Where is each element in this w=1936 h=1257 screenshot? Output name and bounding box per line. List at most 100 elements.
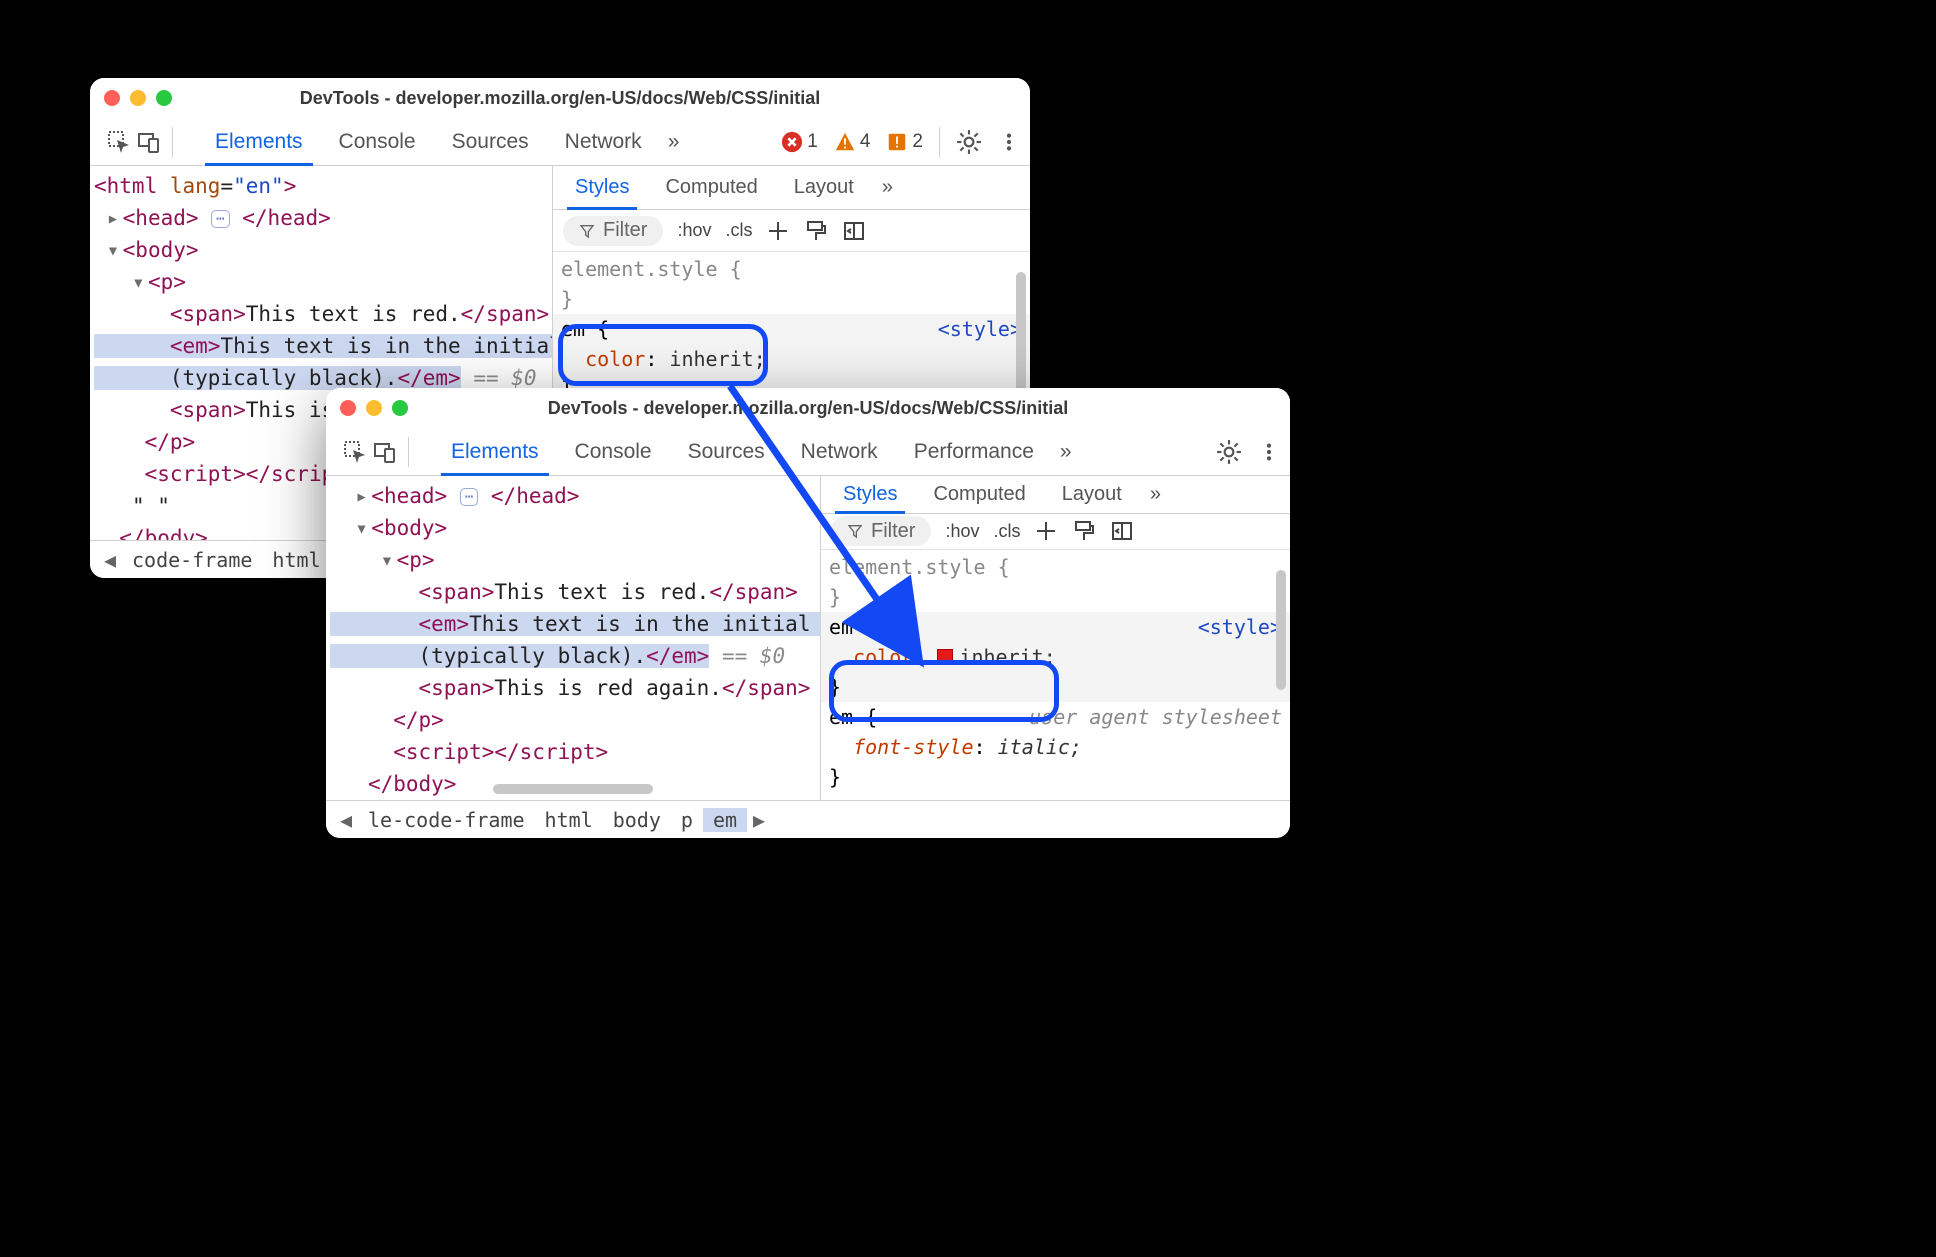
titlebar: DevTools - developer.mozilla.org/en-US/d… bbox=[326, 388, 1290, 428]
dom-tag: <html bbox=[94, 174, 157, 198]
device-toggle-icon[interactable] bbox=[136, 129, 162, 155]
paint-icon[interactable] bbox=[1072, 519, 1096, 543]
subtab-styles[interactable]: Styles bbox=[829, 476, 911, 513]
element-style-open: element.style { bbox=[829, 555, 1010, 579]
issues-count[interactable]: 2 bbox=[886, 131, 923, 153]
css-property: font-style bbox=[853, 735, 973, 759]
main-tabs: Elements Console Sources Network Perform… bbox=[433, 428, 1212, 475]
panes: ▸<head> ⋯ </head> ▾<body> ▾<p> <span>Thi… bbox=[326, 476, 1290, 800]
style-rules[interactable]: element.style { } em {<style> color: inh… bbox=[821, 550, 1290, 800]
scrollbar-h[interactable] bbox=[493, 784, 653, 794]
tab-sources[interactable]: Sources bbox=[434, 118, 547, 165]
crumb[interactable]: code-frame bbox=[122, 548, 262, 572]
kebab-menu[interactable] bbox=[1258, 441, 1280, 463]
tab-sources[interactable]: Sources bbox=[670, 428, 783, 475]
filter-icon bbox=[847, 523, 863, 539]
subtab-computed[interactable]: Computed bbox=[919, 476, 1039, 513]
crumb[interactable]: body bbox=[603, 808, 671, 832]
filter-bar: Filter :hov .cls bbox=[553, 210, 1030, 252]
chevron-right-icon[interactable]: ▶ bbox=[747, 808, 771, 832]
css-value[interactable]: inherit; bbox=[669, 347, 765, 371]
warning-count-value: 4 bbox=[860, 131, 871, 153]
warning-count[interactable]: 4 bbox=[834, 131, 871, 153]
minimize-icon[interactable] bbox=[366, 400, 382, 416]
chevron-left-icon[interactable]: ◀ bbox=[98, 548, 122, 572]
error-count-value: 1 bbox=[807, 131, 818, 153]
devtools-window-2: DevTools - developer.mozilla.org/en-US/d… bbox=[326, 388, 1290, 838]
subtab-overflow[interactable]: » bbox=[876, 166, 899, 209]
css-value: italic; bbox=[998, 735, 1082, 759]
crumb[interactable]: le-code-frame bbox=[358, 808, 535, 832]
window-title: DevTools - developer.mozilla.org/en-US/d… bbox=[326, 398, 1290, 419]
inspect-icon[interactable] bbox=[342, 439, 368, 465]
issues-count-value: 2 bbox=[912, 131, 923, 153]
panel-toggle-icon[interactable] bbox=[842, 219, 866, 243]
style-source-link[interactable]: <style> bbox=[1198, 612, 1282, 642]
breadcrumb[interactable]: ◀ le-code-frame html body p em ▶ bbox=[326, 800, 1290, 838]
dom-tree[interactable]: ▸<head> ⋯ </head> ▾<body> ▾<p> <span>Thi… bbox=[326, 476, 820, 800]
close-icon[interactable] bbox=[104, 90, 120, 106]
cls-toggle[interactable]: .cls bbox=[725, 220, 752, 241]
crumb[interactable]: p bbox=[671, 808, 703, 832]
tabs-overflow[interactable]: » bbox=[1052, 428, 1080, 475]
css-value[interactable]: inherit; bbox=[959, 645, 1055, 669]
new-rule-icon[interactable] bbox=[766, 219, 790, 243]
maximize-icon[interactable] bbox=[156, 90, 172, 106]
tab-console[interactable]: Console bbox=[321, 118, 434, 165]
window-title: DevTools - developer.mozilla.org/en-US/d… bbox=[90, 88, 1030, 109]
subtab-layout[interactable]: Layout bbox=[1048, 476, 1136, 513]
filter-input[interactable]: Filter bbox=[563, 216, 663, 246]
traffic-lights bbox=[340, 400, 408, 416]
new-rule-icon[interactable] bbox=[1034, 519, 1058, 543]
tab-elements[interactable]: Elements bbox=[197, 118, 321, 165]
subtab-layout[interactable]: Layout bbox=[780, 166, 868, 209]
main-tabs: Elements Console Sources Network » bbox=[197, 118, 777, 165]
cls-toggle[interactable]: .cls bbox=[993, 521, 1020, 542]
styles-pane: Styles Computed Layout » Filter :hov .cl… bbox=[820, 476, 1290, 800]
main-toolbar: Elements Console Sources Network » 1 4 2 bbox=[90, 118, 1030, 166]
traffic-lights bbox=[104, 90, 172, 106]
tab-network[interactable]: Network bbox=[783, 428, 896, 475]
settings-button[interactable] bbox=[1216, 439, 1242, 465]
tabs-overflow[interactable]: » bbox=[660, 118, 688, 165]
toolbar-right: 1 4 2 bbox=[781, 127, 1020, 157]
css-property[interactable]: color bbox=[585, 347, 645, 371]
css-property[interactable]: color bbox=[853, 645, 913, 669]
device-toggle-icon[interactable] bbox=[372, 439, 398, 465]
panel-toggle-icon[interactable] bbox=[1110, 519, 1134, 543]
color-swatch-icon[interactable] bbox=[937, 649, 953, 665]
main-toolbar: Elements Console Sources Network Perform… bbox=[326, 428, 1290, 476]
subtab-computed[interactable]: Computed bbox=[651, 166, 771, 209]
filter-input[interactable]: Filter bbox=[831, 516, 931, 546]
side-tabs: Styles Computed Layout » bbox=[553, 166, 1030, 210]
element-style-open: element.style { bbox=[561, 257, 742, 281]
kebab-menu[interactable] bbox=[998, 131, 1020, 153]
maximize-icon[interactable] bbox=[392, 400, 408, 416]
hov-toggle[interactable]: :hov bbox=[677, 220, 711, 241]
subtab-styles[interactable]: Styles bbox=[561, 166, 643, 209]
ellipsis-icon[interactable]: ⋯ bbox=[211, 210, 229, 228]
style-source-link[interactable]: <style> bbox=[938, 314, 1022, 344]
settings-button[interactable] bbox=[956, 129, 982, 155]
tab-console[interactable]: Console bbox=[557, 428, 670, 475]
crumb-selected[interactable]: em bbox=[703, 808, 747, 832]
error-count[interactable]: 1 bbox=[781, 131, 818, 153]
paint-icon[interactable] bbox=[804, 219, 828, 243]
crumb[interactable]: html bbox=[262, 548, 330, 572]
tab-network[interactable]: Network bbox=[547, 118, 660, 165]
hov-toggle[interactable]: :hov bbox=[945, 521, 979, 542]
crumb[interactable]: html bbox=[535, 808, 603, 832]
close-icon[interactable] bbox=[340, 400, 356, 416]
tab-performance[interactable]: Performance bbox=[896, 428, 1052, 475]
inspect-icon[interactable] bbox=[106, 129, 132, 155]
filter-icon bbox=[579, 223, 595, 239]
scrollbar-v[interactable] bbox=[1016, 272, 1026, 392]
filter-bar: Filter :hov .cls bbox=[821, 514, 1290, 550]
toolbar-right bbox=[1216, 439, 1280, 465]
subtab-overflow[interactable]: » bbox=[1144, 476, 1167, 513]
minimize-icon[interactable] bbox=[130, 90, 146, 106]
ellipsis-icon[interactable]: ⋯ bbox=[460, 488, 478, 506]
chevron-left-icon[interactable]: ◀ bbox=[334, 808, 358, 832]
tab-elements[interactable]: Elements bbox=[433, 428, 557, 475]
scrollbar-v[interactable] bbox=[1276, 570, 1286, 690]
